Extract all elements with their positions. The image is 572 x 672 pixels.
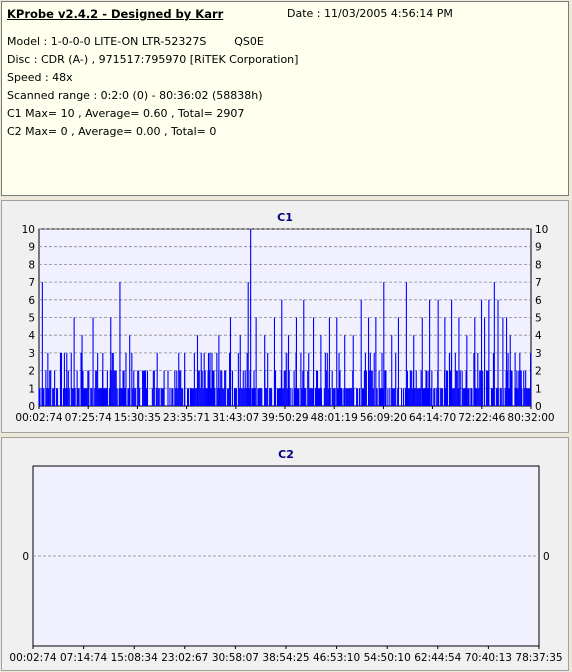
y-tick-label-right: 9 <box>535 242 542 254</box>
x-tick-label: 23:02:67 <box>161 652 208 664</box>
x-tick-label: 00:02:74 <box>9 652 56 664</box>
x-tick-label: 38:54:25 <box>262 652 309 664</box>
x-tick-label: 80:32:00 <box>507 412 554 424</box>
y-tick-label-right: 0 <box>543 551 550 563</box>
y-tick-label-right: 8 <box>535 259 542 271</box>
disc-info: Disc : CDR (A-) , 971517:795970 [RiTEK C… <box>7 53 299 66</box>
x-tick-label: 07:25:74 <box>65 412 112 424</box>
x-tick-label: 54:50:10 <box>364 652 411 664</box>
x-tick-label: 07:14:74 <box>60 652 107 664</box>
x-tick-label: 23:35:71 <box>163 412 210 424</box>
scan-speed: Speed : 48x <box>7 71 73 84</box>
x-tick-label: 72:22:46 <box>458 412 505 424</box>
chart-title: C2 <box>278 448 294 461</box>
y-tick-label-left: 1 <box>28 383 35 395</box>
x-tick-label: 64:14:70 <box>409 412 456 424</box>
c2-stats: C2 Max= 0 , Average= 0.00 , Total= 0 <box>7 125 217 138</box>
y-tick-label-left: 3 <box>28 348 35 360</box>
y-tick-label-right: 1 <box>535 383 542 395</box>
c1-chart-panel: C1 0 0 1 1 2 2 3 3 4 4 5 5 6 6 7 7 8 8 9 9 10 10 00:02:74 07:25:… <box>1 200 569 433</box>
y-tick-label-right: 5 <box>535 313 542 325</box>
app-title: KProbe v2.4.2 - Designed by Karr <box>7 7 224 21</box>
y-tick-label-right: 10 <box>535 224 548 236</box>
y-tick-label-left: 4 <box>28 330 35 342</box>
x-tick-label: 39:50:29 <box>261 412 308 424</box>
y-tick-label-left: 7 <box>28 277 35 289</box>
y-tick-label-right: 2 <box>535 366 542 378</box>
y-tick-label-left: 6 <box>28 295 35 307</box>
x-tick-label: 00:02:74 <box>15 412 62 424</box>
scanned-range: Scanned range : 0:2:0 (0) - 80:36:02 (58… <box>7 89 263 102</box>
c1-stats: C1 Max= 10 , Average= 0.60 , Total= 2907 <box>7 107 245 120</box>
x-tick-label: 31:43:07 <box>212 412 259 424</box>
y-tick-label-left: 0 <box>22 551 29 563</box>
y-tick-label-right: 6 <box>535 295 542 307</box>
y-tick-label-right: 4 <box>535 330 542 342</box>
x-tick-label: 56:09:20 <box>360 412 407 424</box>
x-tick-label: 62:44:54 <box>414 652 461 664</box>
drive-model: Model : 1-0-0-0 LITE-ON LTR-52327S QS0E <box>7 35 264 48</box>
x-tick-label: 48:01:19 <box>311 412 358 424</box>
x-tick-label: 15:08:34 <box>111 652 158 664</box>
x-tick-label: 30:58:07 <box>212 652 259 664</box>
y-tick-label-left: 9 <box>28 242 35 254</box>
y-tick-label-left: 5 <box>28 313 35 325</box>
y-tick-label-right: 3 <box>535 348 542 360</box>
x-tick-label: 70:40:13 <box>465 652 512 664</box>
c2-chart: C2 0 0 00:02:74 07:14:74 15:08:34 23:02:67 30:5… <box>9 448 562 664</box>
y-tick-label-left: 10 <box>22 224 35 236</box>
info-panel: KProbe v2.4.2 - Designed by Karr Date : … <box>1 1 569 196</box>
x-tick-label: 46:53:10 <box>313 652 360 664</box>
y-tick-label-left: 2 <box>28 366 35 378</box>
y-tick-label-left: 8 <box>28 259 35 271</box>
c1-chart: C10 01 12 23 34 45 56 67 78 89 910 1000:02:74 07:25:… <box>15 211 554 424</box>
c2-chart-panel: C2 0 0 00:02:74 07:14:74 15:08:34 23:02:67 30:5… <box>1 437 569 671</box>
x-tick-label: 15:30:35 <box>114 412 161 424</box>
y-tick-label-right: 7 <box>535 277 542 289</box>
scan-date: Date : 11/03/2005 4:56:14 PM <box>287 7 453 20</box>
x-tick-label: 78:37:35 <box>515 652 562 664</box>
chart-title: C1 <box>277 211 293 224</box>
